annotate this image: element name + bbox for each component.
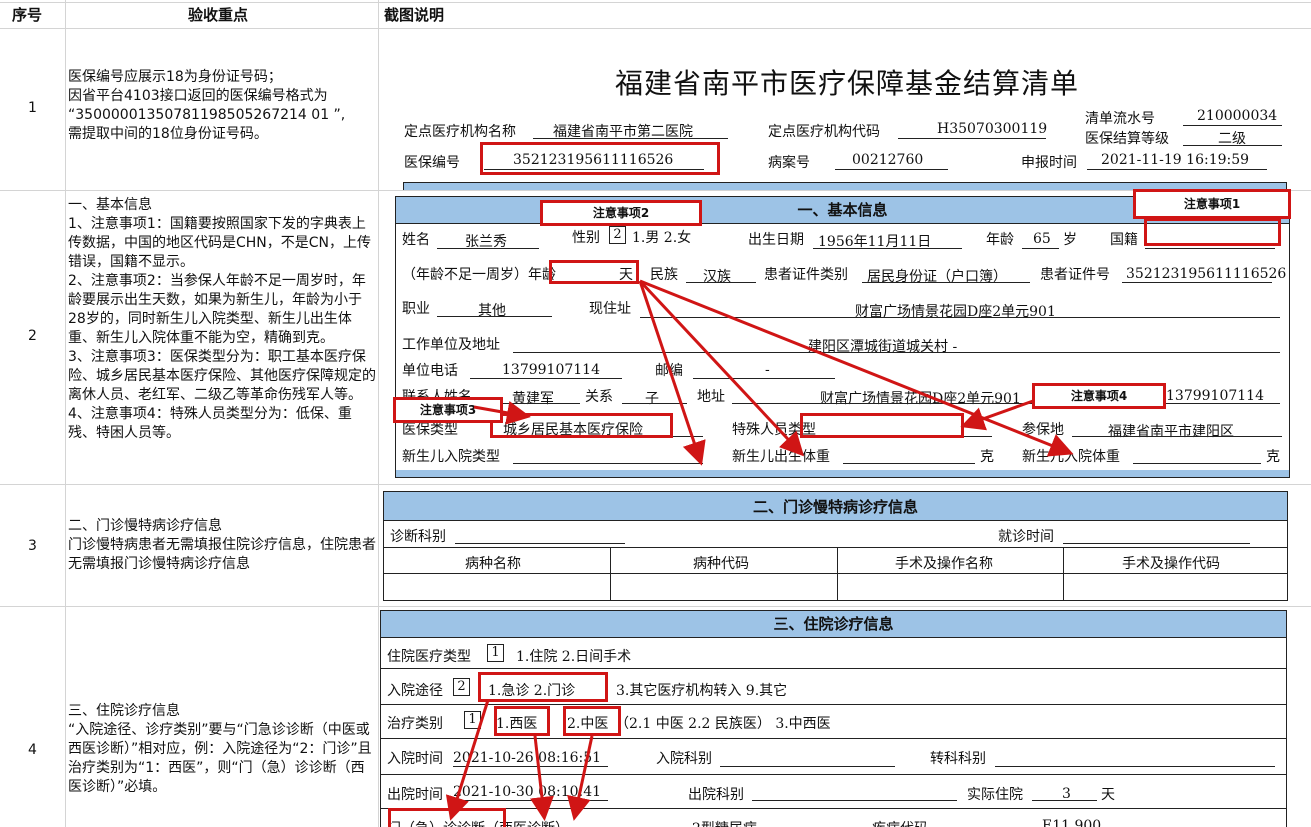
annotation-arrows (445, 279, 1074, 821)
